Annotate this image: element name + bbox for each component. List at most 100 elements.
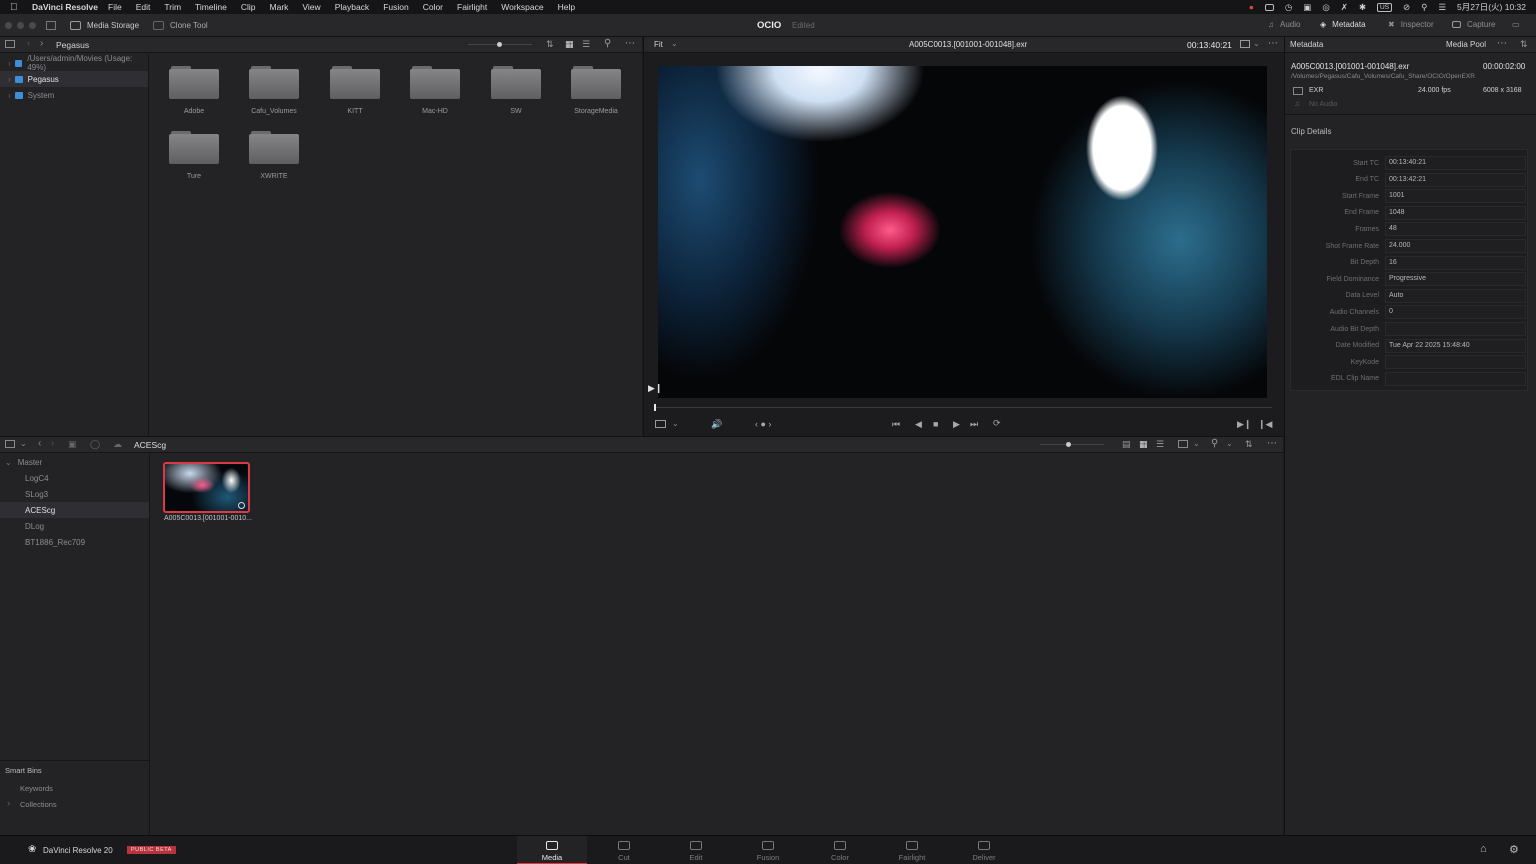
viewer-image[interactable]	[658, 66, 1267, 398]
detail-value-field[interactable]: 1001	[1385, 189, 1526, 204]
metadata-view-icon[interactable]: ▤	[1122, 439, 1131, 450]
minimize-window-icon[interactable]	[17, 21, 24, 29]
go-to-end-icon[interactable]: ⏭	[970, 419, 978, 430]
detail-value-field[interactable]: 24.000	[1385, 239, 1526, 253]
page-cut[interactable]: Cut	[589, 836, 659, 864]
smart-bin-icon[interactable]: ◯	[90, 439, 100, 450]
mute-icon[interactable]: ✗	[1341, 2, 1348, 13]
menu-view[interactable]: View	[302, 2, 320, 12]
detail-value-field[interactable]: 0	[1385, 305, 1526, 320]
clock-face-icon[interactable]: ◷	[1285, 2, 1292, 13]
metadata-button[interactable]: ◈ Metadata	[1320, 20, 1366, 29]
chevron-down-icon[interactable]: ⌄	[20, 439, 27, 448]
mark-out-icon[interactable]: ▶❙	[1237, 419, 1251, 430]
detail-value-field[interactable]: 00:13:42:21	[1385, 172, 1526, 187]
more-options-icon[interactable]: ⋯	[1268, 38, 1278, 49]
chevron-down-icon[interactable]: ⌄	[1253, 39, 1260, 48]
viewer-mode-icon[interactable]	[1240, 40, 1250, 48]
chevron-down-icon[interactable]: ⌄	[1226, 439, 1233, 448]
page-deliver[interactable]: Deliver	[949, 836, 1019, 864]
menu-workspace[interactable]: Workspace	[501, 2, 543, 12]
chevron-down-icon[interactable]: ⌄	[672, 419, 679, 428]
jog-control-icon[interactable]: ‹ ● ›	[755, 419, 771, 429]
menu-clip[interactable]: Clip	[241, 2, 256, 12]
menu-mark[interactable]: Mark	[270, 2, 289, 12]
record-icon[interactable]: ●	[1249, 2, 1254, 12]
thumb-size-track[interactable]	[1040, 444, 1104, 445]
volume-icon[interactable]: 🔊	[711, 419, 722, 430]
monitor-icon[interactable]: ▭	[1512, 20, 1520, 29]
sort-icon[interactable]: ⇅	[546, 39, 554, 50]
chevron-right-icon[interactable]: ›	[7, 798, 10, 808]
folder-ture[interactable]: Ture	[168, 131, 220, 180]
cloud-icon[interactable]: ☁	[113, 439, 122, 450]
chevron-right-icon[interactable]: ›	[8, 91, 11, 100]
sort-icon[interactable]: ⇅	[1245, 439, 1253, 450]
forward-icon[interactable]: ›	[51, 438, 54, 449]
bin-logc4[interactable]: LogC4	[0, 470, 149, 486]
page-color[interactable]: Color	[805, 836, 875, 864]
bin-acescg[interactable]: ACEScg	[0, 502, 149, 518]
bin-master[interactable]: ⌄ Master	[0, 454, 149, 470]
close-window-icon[interactable]	[5, 21, 12, 29]
page-edit[interactable]: Edit	[661, 836, 731, 864]
skip-to-end-frame-icon[interactable]: ▶❙	[648, 383, 662, 394]
capture-button[interactable]: Capture	[1452, 20, 1495, 29]
search-icon[interactable]: ⚲	[604, 38, 611, 49]
forward-icon[interactable]: ›	[40, 38, 43, 49]
inspector-button[interactable]: ✖ Inspector	[1388, 20, 1434, 29]
zoom-dropdown[interactable]: Fit	[654, 40, 663, 49]
screen-icon[interactable]	[1264, 3, 1274, 11]
play-icon[interactable]: ▶	[953, 419, 960, 430]
bin-list-toggle-icon[interactable]	[5, 440, 15, 448]
play-reverse-icon[interactable]: ◀	[915, 419, 922, 430]
audio-button[interactable]: ♫ Audio	[1268, 20, 1300, 29]
folder-sw[interactable]: SW	[490, 66, 542, 115]
sort-icon[interactable]: ⇅	[1520, 39, 1528, 50]
menu-fairlight[interactable]: Fairlight	[457, 2, 487, 12]
detail-value-field[interactable]	[1385, 371, 1526, 386]
chevron-down-icon[interactable]: ⌄	[5, 458, 12, 467]
back-icon[interactable]: ‹	[27, 38, 30, 49]
mark-in-icon[interactable]: ❙◀	[1258, 419, 1272, 430]
grid-view-icon[interactable]: ▦	[565, 39, 574, 50]
detail-value-field[interactable]: Tue Apr 22 2025 15:48:40	[1385, 338, 1526, 353]
detail-value-field[interactable]: 1048	[1385, 205, 1526, 220]
media-pool-tab[interactable]: Media Pool	[1446, 40, 1486, 49]
smart-bin-keywords[interactable]: Keywords	[20, 784, 53, 793]
menu-timeline[interactable]: Timeline	[195, 2, 227, 12]
more-options-icon[interactable]: ⋯	[1497, 38, 1507, 49]
input-source-icon[interactable]: US	[1377, 2, 1393, 12]
stop-icon[interactable]: ■	[933, 419, 938, 429]
thumb-size-handle[interactable]	[1066, 442, 1071, 447]
detail-value-field[interactable]	[1385, 355, 1526, 370]
more-options-icon[interactable]: ⋯	[625, 38, 635, 49]
menu-color[interactable]: Color	[423, 2, 443, 12]
back-icon[interactable]: ‹	[38, 438, 41, 449]
page-media[interactable]: Media	[517, 836, 587, 864]
zoom-window-icon[interactable]	[29, 21, 36, 29]
wifi-off-icon[interactable]: ⊘	[1403, 2, 1410, 13]
tree-item-pegasus[interactable]: › Pegasus	[0, 71, 148, 87]
search-icon[interactable]: ⚲	[1421, 2, 1427, 13]
menu-fusion[interactable]: Fusion	[383, 2, 409, 12]
viewer-layout-icon[interactable]	[655, 420, 666, 428]
detail-value-field[interactable]	[1385, 322, 1526, 336]
folder-cafu-volumes[interactable]: Cafu_Volumes	[248, 66, 300, 115]
folder-kitt[interactable]: KITT	[329, 66, 381, 115]
menu-help[interactable]: Help	[558, 2, 575, 12]
folder-mac-hd[interactable]: Mac-HD	[409, 66, 461, 115]
page-fairlight[interactable]: Fairlight	[877, 836, 947, 864]
folder-adobe[interactable]: Adobe	[168, 66, 220, 115]
smart-bin-collections[interactable]: Collections	[20, 800, 57, 809]
chevron-right-icon[interactable]: ›	[8, 59, 11, 68]
bin-bt1886[interactable]: BT1886_Rec709	[0, 534, 149, 550]
chevron-right-icon[interactable]: ›	[8, 75, 11, 84]
sidebar-toggle-icon[interactable]	[5, 40, 15, 48]
folder-storagemedia[interactable]: StorageMedia	[570, 66, 622, 115]
target-icon[interactable]: ◎	[1322, 2, 1329, 13]
chevron-down-icon[interactable]: ⌄	[671, 39, 678, 48]
detail-value-field[interactable]: 48	[1385, 222, 1526, 237]
bin-dlog[interactable]: DLog	[0, 518, 149, 534]
clip-thumbnail[interactable]	[163, 462, 250, 513]
